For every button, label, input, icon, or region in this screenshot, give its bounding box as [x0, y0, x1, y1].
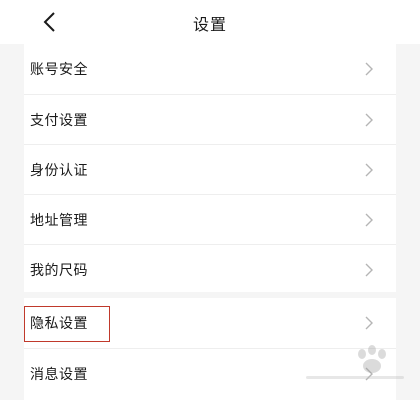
settings-item-my-size[interactable]: 我的尺码: [24, 244, 396, 294]
chevron-right-icon: [365, 113, 373, 126]
settings-item-label: 身份认证: [30, 162, 88, 179]
settings-item-label: 隐私设置: [30, 316, 88, 332]
chevron-right-icon: [365, 367, 373, 380]
top-bar: 设置: [0, 0, 420, 44]
page-title: 设置: [192, 15, 227, 34]
settings-item-label: 地址管理: [30, 212, 88, 229]
settings-item-privacy-settings[interactable]: 隐私设置: [24, 298, 396, 348]
settings-item-label: 支付设置: [30, 112, 88, 129]
settings-item-address-management[interactable]: 地址管理: [24, 194, 396, 244]
settings-item-account-security[interactable]: 账号安全: [24, 44, 396, 94]
chevron-right-icon: [365, 213, 373, 226]
chevron-right-icon: [365, 163, 373, 176]
chevron-right-icon: [365, 263, 373, 276]
settings-item-identity-verification[interactable]: 身份认证: [24, 144, 396, 194]
settings-item-payment-settings[interactable]: 支付设置: [24, 94, 396, 144]
settings-item-message-settings[interactable]: 消息设置: [24, 348, 396, 398]
settings-group-1: 账号安全 支付设置 身份认证 地址管理 我的尺码: [24, 44, 396, 292]
chevron-right-icon: [365, 62, 373, 76]
settings-item-label: 账号安全: [30, 62, 88, 78]
chevron-right-icon: [365, 316, 373, 330]
settings-item-label: 我的尺码: [30, 262, 88, 279]
settings-group-2: 隐私设置 消息设置: [24, 298, 396, 400]
settings-item-label: 消息设置: [30, 366, 88, 383]
